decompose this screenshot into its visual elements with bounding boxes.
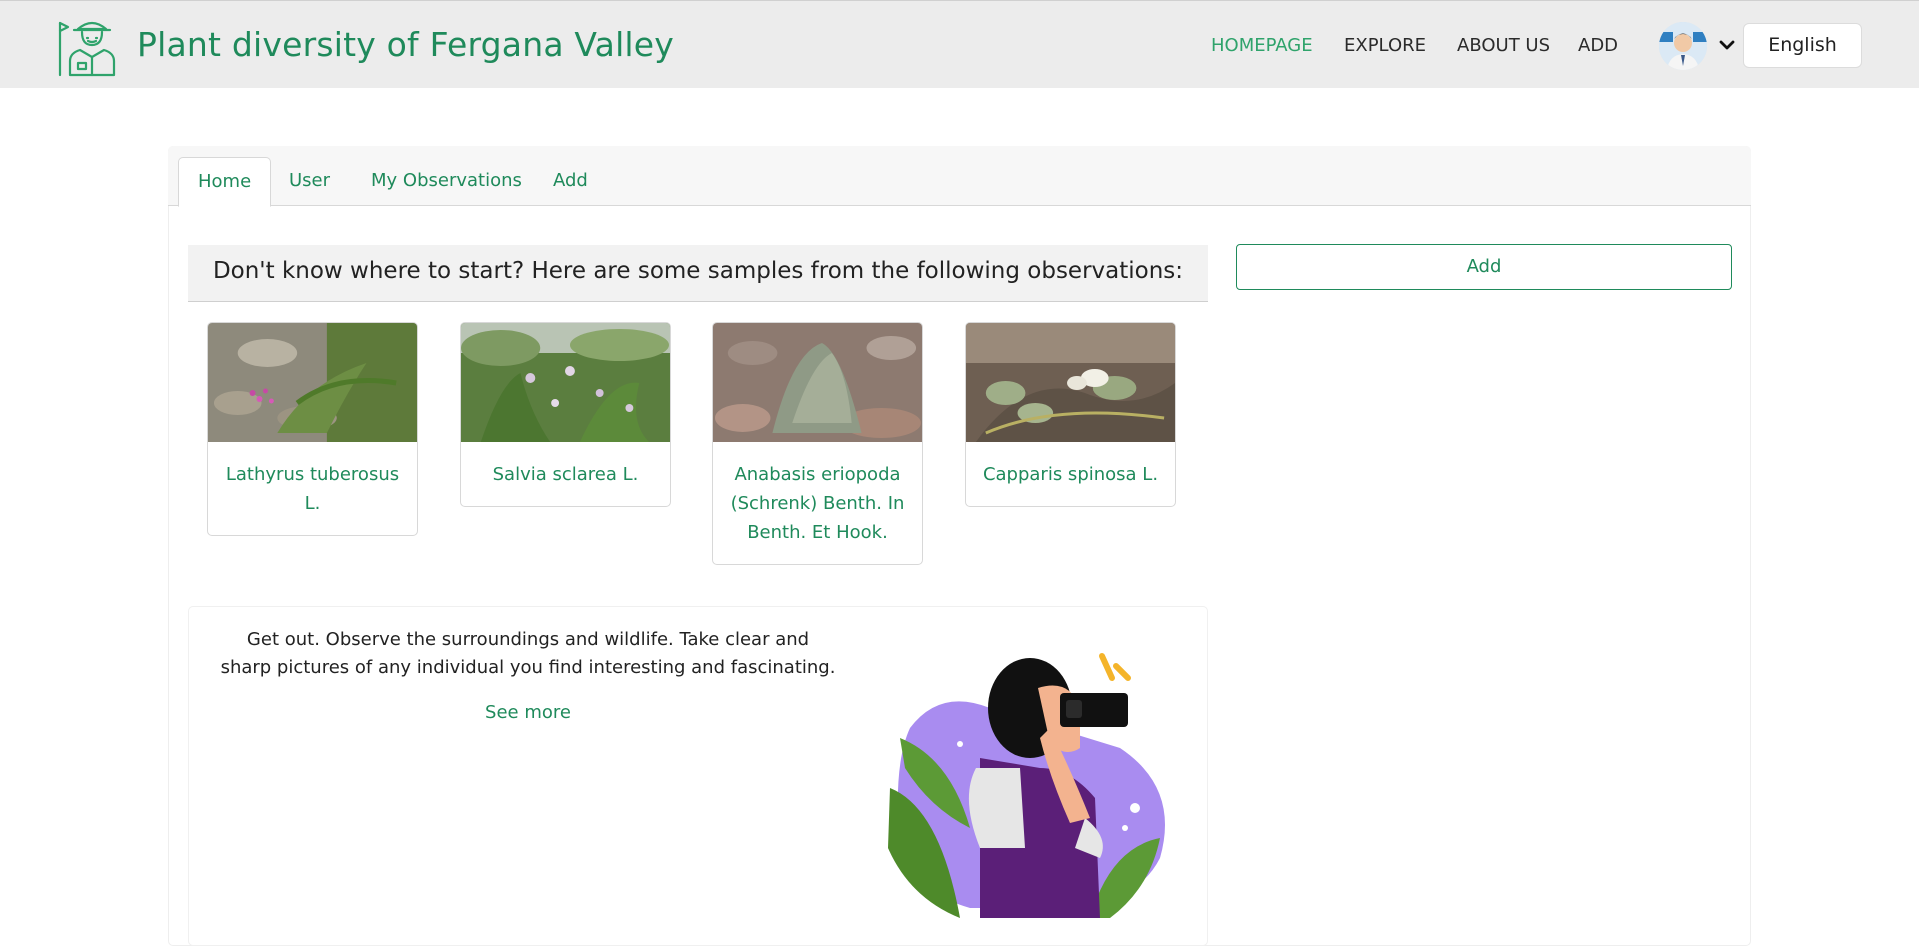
sample-card-anabasis[interactable]: Anabasis eriopoda (Schrenk) Benth. In Be… — [712, 322, 923, 565]
photographer-illustration — [888, 653, 1165, 918]
chevron-down-icon[interactable] — [1716, 35, 1738, 55]
site-title[interactable]: Plant diversity of Fergana Valley — [137, 25, 674, 64]
see-more-link[interactable]: See more — [428, 702, 628, 723]
sample-photo[interactable] — [461, 323, 670, 442]
tab-home[interactable]: Home — [178, 157, 272, 207]
add-button[interactable]: Add — [1236, 244, 1732, 290]
sample-name[interactable]: Salvia sclarea L. — [461, 442, 670, 506]
samples-heading: Don't know where to start? Here are some… — [188, 245, 1208, 302]
sample-card-capparis[interactable]: Capparis spinosa L. — [965, 322, 1176, 507]
tab-bar: Home User My Observations Add — [168, 146, 1751, 207]
sample-photo[interactable] — [966, 323, 1175, 442]
tab-add[interactable]: Add — [534, 157, 607, 207]
nav-add[interactable]: ADD — [1578, 35, 1618, 56]
info-text: Get out. Observe the surroundings and wi… — [220, 629, 836, 678]
sample-card-lathyrus[interactable]: Lathyrus tuberosus L. — [207, 322, 418, 536]
botanist-logo-icon[interactable] — [56, 15, 120, 77]
tab-user[interactable]: User — [270, 157, 349, 207]
tab-my-observations[interactable]: My Observations — [352, 157, 541, 207]
top-header: Plant diversity of Fergana Valley HOMEPA… — [0, 0, 1919, 88]
nav-homepage[interactable]: HOMEPAGE — [1211, 35, 1313, 56]
sample-name[interactable]: Lathyrus tuberosus L. — [208, 442, 417, 535]
user-avatar[interactable] — [1659, 22, 1707, 70]
nav-explore[interactable]: EXPLORE — [1344, 35, 1426, 56]
sample-photo[interactable] — [713, 323, 922, 442]
sample-card-salvia[interactable]: Salvia sclarea L. — [460, 322, 671, 507]
sample-name[interactable]: Anabasis eriopoda (Schrenk) Benth. In Be… — [713, 442, 922, 564]
language-button[interactable]: English — [1743, 23, 1862, 68]
sample-photo[interactable] — [208, 323, 417, 442]
nav-about-us[interactable]: ABOUT US — [1457, 35, 1550, 56]
sample-name[interactable]: Capparis spinosa L. — [966, 442, 1175, 506]
